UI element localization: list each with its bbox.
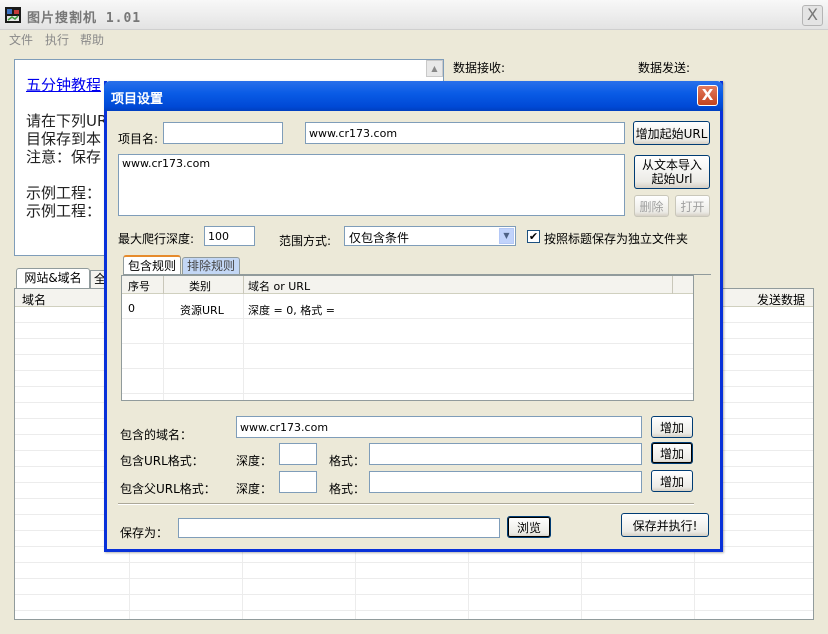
rule-type: 资源URL [180,304,224,317]
project-settings-dialog: 项目设置 X 项目名: 增加起始URL www.cr173.com 从文本导入 … [104,81,723,552]
scroll-up-icon[interactable]: ▲ [426,60,443,77]
parent-url-depth-input[interactable] [279,471,317,493]
save-and-execute-button[interactable]: 保存并执行! [621,513,709,537]
max-depth-label: 最大爬行深度: [118,232,195,246]
column-divider [163,294,164,400]
delete-button[interactable]: 删除 [634,195,669,217]
window-title: 图片搜割机 1.01 [27,11,142,26]
col-domain: 域名 [22,293,47,307]
rule-value: 深度 = 0, 格式 = [248,304,335,317]
depth-label: 深度： [236,482,273,496]
data-send-label: 数据发送: [638,61,691,75]
save-as-label: 保存为： [120,526,169,540]
col-send-data: 发送数据 [757,293,806,307]
add-url-format-button[interactable]: 增加 [651,442,693,464]
col-index: 序号 [128,280,150,293]
add-domain-button[interactable]: 增加 [651,416,693,438]
include-parent-url-format-label: 包含父URL格式： [120,482,216,496]
include-domain-label: 包含的域名： [120,428,193,442]
save-as-input[interactable] [178,518,500,538]
menu-bar: 文件 执行 帮助 [0,30,828,48]
browse-button[interactable]: 浏览 [507,516,551,538]
col-domain-url: 域名 or URL [248,280,311,293]
window-close-button[interactable]: X [802,5,823,26]
menu-execute[interactable]: 执行 [45,31,69,48]
rule-index: 0 [128,302,135,315]
start-url-input[interactable] [305,122,625,144]
import-from-text-button[interactable]: 从文本导入 起始Url [634,155,710,189]
tab-exclude-rules[interactable]: 排除规则 [182,257,240,275]
tutorial-line: 示例工程： [26,202,102,220]
parent-url-format-input[interactable] [369,471,642,493]
range-mode-select[interactable]: 仅包含条件 ▼ [344,226,516,246]
include-url-format-label: 包含URL格式： [120,454,204,468]
tutorial-link-wrap: 五分钟教程 [26,74,101,95]
url-depth-input[interactable] [279,443,317,465]
tutorial-line: 注意：保存 [26,148,102,166]
menu-file[interactable]: 文件 [9,31,33,48]
url-format-input[interactable] [369,443,642,465]
separator [118,503,694,505]
app-icon [5,7,21,23]
data-receive-label: 数据接收: [453,61,506,75]
rules-table: 序号 类别 域名 or URL 0 资源URL 深度 = 0, 格式 = [121,275,694,401]
range-mode-label: 范围方式: [279,234,332,248]
save-by-title-label: 按照标题保存为独立文件夹 [544,232,689,246]
project-name-input[interactable] [163,122,283,144]
tab-site-domain[interactable]: 网站&域名 [16,268,90,288]
column-divider [163,276,164,294]
project-name-label: 项目名: [118,132,159,146]
dialog-title-bar: 项目设置 X [104,81,723,111]
import-text-label: 从文本导入 [641,158,702,172]
format-label: 格式： [329,454,366,468]
chevron-down-icon[interactable]: ▼ [499,228,514,244]
column-divider [672,276,673,294]
max-depth-input[interactable] [204,226,255,246]
range-mode-value: 仅包含条件 [349,231,410,245]
dialog-title: 项目设置 [111,92,164,107]
format-label: 格式： [329,482,366,496]
tab-include-rules[interactable]: 包含规则 [123,255,181,275]
column-divider [243,294,244,400]
rules-table-header: 序号 类别 域名 or URL [122,276,693,294]
depth-label: 深度： [236,454,273,468]
column-divider [243,276,244,294]
add-parent-url-format-button[interactable]: 增加 [651,470,693,492]
save-by-title-checkbox[interactable]: ✔ [527,230,540,243]
import-text-label: 起始Url [651,172,693,186]
include-domain-input[interactable] [236,416,642,438]
start-url-list[interactable]: www.cr173.com [118,154,625,216]
tutorial-link[interactable]: 五分钟教程 [26,76,101,94]
col-type: 类别 [189,280,211,293]
dialog-close-button[interactable]: X [697,85,718,106]
main-title-bar: 图片搜割机 1.01 X [0,0,828,30]
add-start-url-button[interactable]: 增加起始URL [633,121,710,145]
open-button[interactable]: 打开 [675,195,710,217]
menu-help[interactable]: 帮助 [80,31,104,48]
